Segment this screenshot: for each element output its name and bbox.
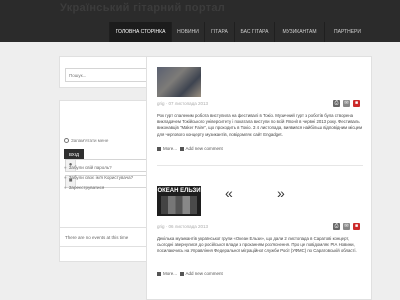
- more-link[interactable]: More...: [163, 271, 177, 276]
- thumbnail-caption: ОКЕАН ЕЛЬЗИ: [157, 188, 201, 194]
- article-meta: grig · 07 листопада 2013: [157, 101, 208, 106]
- add-comment-link[interactable]: Add new comment: [186, 146, 223, 151]
- nav-item-musicians[interactable]: МУЗИКАНТАМ: [274, 22, 324, 42]
- main-nav: ГОЛОВНА СТОРІНКА НОВИНИ ГІТАРА БАС ГІТАР…: [0, 22, 400, 42]
- print-icon[interactable]: ⎙: [333, 100, 340, 107]
- quote-close: »: [277, 185, 285, 201]
- email-icon[interactable]: ✉: [343, 223, 350, 230]
- site-title[interactable]: Український гітарний портал: [60, 2, 225, 14]
- remember-me[interactable]: Запам'ятати мене: [64, 138, 109, 144]
- main-content: grig · 07 листопада 2013 ⎙ ✉ ■ Рок гурт …: [146, 56, 372, 300]
- nav-item-home[interactable]: ГОЛОВНА СТОРІНКА: [109, 22, 171, 42]
- email-icon[interactable]: ✉: [343, 100, 350, 107]
- article-body: Рок гурт спаленим робота виступила на фе…: [157, 113, 363, 137]
- events-text: There are no events at this time: [65, 235, 129, 240]
- article-body: Декілька музикантів української групи «О…: [157, 236, 357, 254]
- bullet-icon: ●: [64, 175, 67, 180]
- link-label: Зареєструватися: [68, 185, 105, 190]
- pdf-icon[interactable]: ■: [353, 223, 360, 230]
- article-links: More... Add new comment: [157, 146, 223, 151]
- article-links: More... Add new comment: [157, 271, 223, 276]
- print-icon[interactable]: ⎙: [333, 223, 340, 230]
- article-meta: grig · 06 листопада 2013: [157, 224, 208, 229]
- bullet-icon: ●: [64, 165, 67, 170]
- nav-item-bass[interactable]: БАС ГІТАРА: [234, 22, 274, 42]
- register-link[interactable]: ● Зареєструватися: [64, 185, 104, 190]
- more-link[interactable]: More...: [163, 146, 177, 151]
- site-header: Український гітарний портал ГОЛОВНА СТОР…: [0, 0, 400, 42]
- remember-checkbox[interactable]: [64, 138, 69, 144]
- link-label: Забули свій пароль?: [68, 165, 112, 170]
- remember-label: Запам'ятати мене: [71, 138, 109, 143]
- nav-item-news[interactable]: НОВИНИ: [171, 22, 204, 42]
- article-divider: [157, 165, 363, 166]
- comment-icon: [179, 271, 184, 276]
- nav-item-partners[interactable]: ПАРТНЕРИ: [324, 22, 370, 42]
- nav-item-guitar[interactable]: ГІТАРА: [204, 22, 234, 42]
- quote-open: «: [225, 185, 233, 201]
- band-photo: [161, 196, 197, 214]
- article-tools: ⎙ ✉ ■: [333, 100, 363, 107]
- bullet-icon: ●: [64, 185, 67, 190]
- add-comment-link[interactable]: Add new comment: [186, 271, 223, 276]
- article-tools: ⎙ ✉ ■: [333, 223, 363, 230]
- comment-icon: [179, 146, 184, 151]
- more-icon: [157, 271, 161, 276]
- more-icon: [157, 146, 161, 151]
- pdf-icon[interactable]: ■: [353, 100, 360, 107]
- article-thumbnail-robots[interactable]: [157, 67, 201, 97]
- forgot-password-link[interactable]: ● Забули свій пароль?: [64, 165, 112, 170]
- login-button[interactable]: ВХІД: [64, 149, 84, 159]
- article-thumbnail-band[interactable]: ОКЕАН ЕЛЬЗИ: [157, 186, 201, 216]
- link-label: Забули своє ім'я Користувача?: [68, 175, 134, 180]
- forgot-username-link[interactable]: ● Забули своє ім'я Користувача?: [64, 175, 133, 180]
